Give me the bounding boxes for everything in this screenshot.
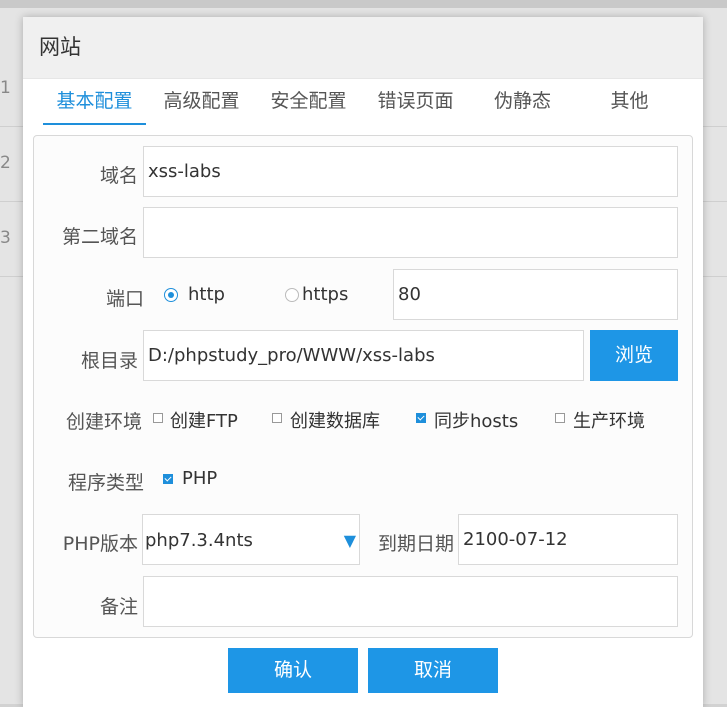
background-topbar [0, 0, 727, 8]
website-modal: 网站 基本配置 高级配置 安全配置 错误页面 伪静态 其他 域名 第二域名 端口… [23, 17, 703, 707]
domain-label: 域名 [99, 165, 138, 187]
program-type-label: 程序类型 [67, 472, 144, 494]
root-dir-input[interactable] [143, 330, 584, 381]
tab-other[interactable]: 其他 [578, 79, 681, 123]
create-ftp-checkbox[interactable] [153, 413, 163, 423]
cancel-button[interactable]: 取消 [368, 648, 498, 693]
tab-basic-config[interactable]: 基本配置 [43, 79, 146, 125]
tab-rewrite[interactable]: 伪静态 [471, 79, 574, 123]
modal-header: 网站 [23, 17, 703, 79]
production-env-label: 生产环境 [573, 411, 645, 432]
expire-date-input[interactable] [458, 514, 678, 565]
php-checkbox-label: PHP [182, 468, 218, 489]
port-input[interactable] [393, 269, 678, 320]
row-number: 2 [0, 153, 11, 173]
https-radio[interactable] [285, 288, 299, 302]
dropdown-arrow-icon: ▼ [343, 531, 356, 550]
php-checkbox[interactable] [163, 474, 173, 484]
create-env-label: 创建环境 [65, 411, 142, 433]
expire-date-label: 到期日期 [377, 533, 454, 555]
tab-bar: 基本配置 高级配置 安全配置 错误页面 伪静态 其他 [43, 79, 683, 125]
row-number: 1 [0, 78, 11, 98]
create-ftp-label: 创建FTP [170, 411, 238, 432]
confirm-button[interactable]: 确认 [228, 648, 358, 693]
production-env-checkbox[interactable] [555, 413, 565, 423]
domain-input[interactable] [143, 146, 678, 197]
modal-title: 网站 [39, 35, 81, 59]
php-version-value: php7.3.4nts [145, 530, 253, 551]
sync-hosts-checkbox[interactable] [416, 413, 426, 423]
sync-hosts-label: 同步hosts [434, 411, 519, 432]
create-database-checkbox[interactable] [272, 413, 282, 423]
second-domain-input[interactable] [143, 207, 678, 258]
second-domain-label: 第二域名 [61, 226, 138, 248]
browse-button[interactable]: 浏览 [590, 330, 678, 381]
https-radio-label: https [302, 284, 349, 305]
basic-config-form: 域名 第二域名 端口 http https 根目录 浏览 创建环境 创建FTP … [33, 135, 693, 638]
php-version-select[interactable]: php7.3.4nts ▼ [142, 514, 360, 565]
http-radio-label: http [188, 284, 225, 305]
remark-input[interactable] [143, 576, 678, 627]
tab-security-config[interactable]: 安全配置 [257, 79, 360, 123]
remark-label: 备注 [99, 596, 138, 618]
http-radio[interactable] [164, 288, 178, 302]
row-number: 3 [0, 228, 11, 248]
root-dir-label: 根目录 [80, 350, 138, 372]
php-version-label: PHP版本 [62, 533, 138, 555]
create-database-label: 创建数据库 [290, 411, 380, 432]
tab-error-pages[interactable]: 错误页面 [364, 79, 467, 123]
tab-advanced-config[interactable]: 高级配置 [150, 79, 253, 123]
port-label: 端口 [105, 288, 144, 310]
